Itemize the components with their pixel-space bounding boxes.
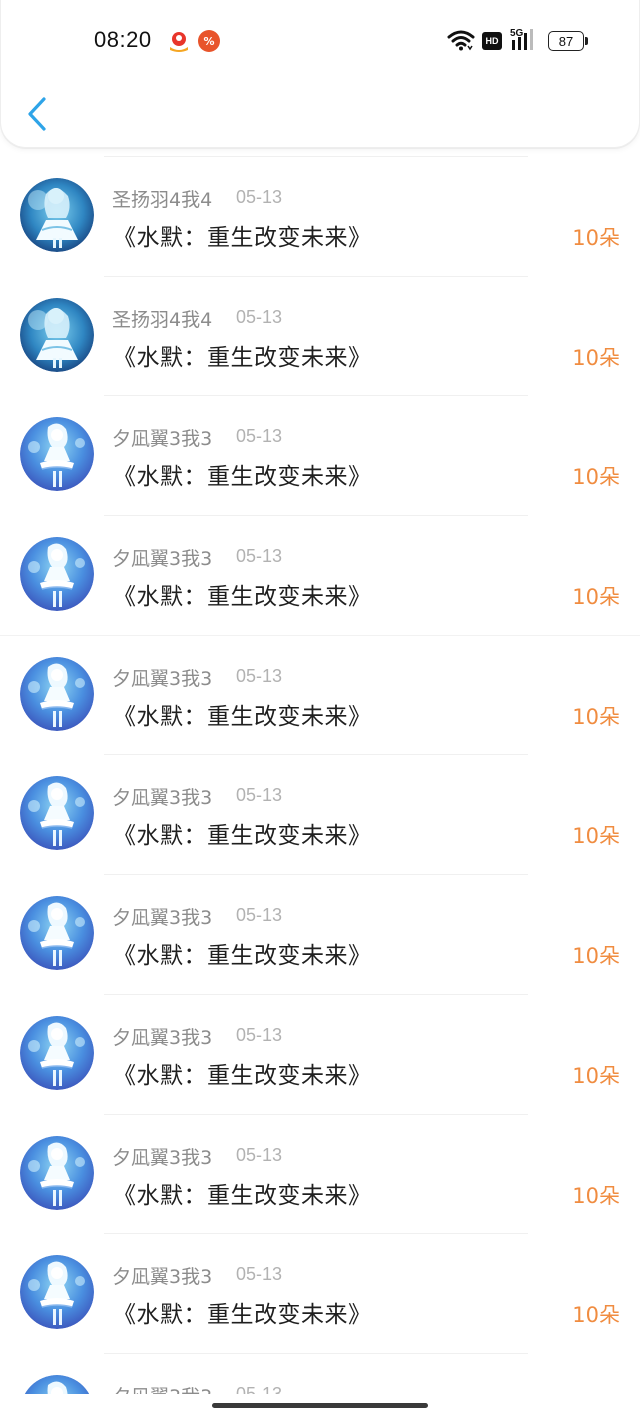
row-divider [104,993,528,995]
post-date: 05-13 [236,785,283,806]
row-divider [0,634,640,636]
book-title: 《水默：重生改变未来》 [113,584,372,611]
status-time: 08:20 [94,27,152,52]
user-name: 夕凪翼3我3 [112,1146,213,1169]
book-title: 《水默：重生改变未来》 [113,1302,372,1329]
user-name: 夕凪翼3我3 [112,907,213,930]
list-item[interactable]: 夕凪翼3我3 05-13 《水默：重生改变未来》 10朵 [0,993,640,1114]
post-date: 05-13 [236,665,283,686]
user-name: 夕凪翼3我3 [112,548,213,571]
avatar[interactable] [20,297,94,372]
list-item[interactable]: 夕凪翼3我3 05-13 《水默：重生改变未来》 10朵 [0,515,640,635]
row-divider [104,156,528,157]
flower-count: 10朵 [572,824,620,849]
screen: 08:20 % HD 5G 87 圣扬羽4我4 05-13 《水默：重生改变未来… [0,0,640,1422]
book-title: 《水默：重生改变未来》 [113,464,372,491]
book-title: 《水默：重生改变未来》 [113,344,372,371]
flower-count: 10朵 [572,944,620,969]
row-divider [104,395,528,397]
book-title: 《水默：重生改变未来》 [113,1182,372,1209]
avatar[interactable] [20,417,94,492]
row-divider [104,874,528,876]
book-title: 《水默：重生改变未来》 [113,703,372,730]
flower-count: 10朵 [572,345,620,370]
user-name: 圣扬羽4我4 [112,189,213,211]
app-badge-icon: % [198,30,220,52]
home-indicator[interactable] [212,1403,428,1408]
network-label: 5G [510,28,524,39]
list-item[interactable]: 夕凪翼3我3 05-13 《水默：重生改变未来》 10朵 [0,634,640,755]
avatar[interactable] [20,776,94,851]
row-divider [104,1113,528,1115]
flower-gift-list: 圣扬羽4我4 05-13 《水默：重生改变未来》 10朵 圣扬羽4我4 05-13 《水默… [0,156,640,1422]
row-divider [104,275,528,277]
post-date: 05-13 [236,905,283,926]
book-title: 《水默：重生改变未来》 [113,943,372,970]
user-name: 夕凪翼3我3 [112,1026,213,1049]
avatar[interactable] [20,656,94,731]
post-date: 05-13 [236,1144,283,1165]
app-notification-icon [167,30,191,52]
list-item[interactable]: 圣扬羽4我4 05-13 《水默：重生改变未来》 10朵 [0,275,640,396]
avatar[interactable] [20,1015,94,1090]
user-name: 夕凪翼3我3 [112,787,213,810]
post-date: 05-13 [236,546,283,567]
battery-level: 87 [548,31,584,51]
row-divider [104,754,528,756]
avatar[interactable] [20,1135,94,1210]
battery-tip [585,37,588,45]
post-date: 05-13 [236,306,283,327]
user-name: 夕凪翼3我3 [112,428,213,451]
avatar[interactable] [20,178,94,252]
wifi-icon [447,28,475,52]
signal-icon: 5G [510,26,540,52]
hd-icon: HD [482,32,502,50]
header: 08:20 % HD 5G 87 [0,0,640,148]
flower-count: 10朵 [572,1063,620,1088]
status-bar: 08:20 % HD 5G 87 [1,22,640,62]
user-name: 夕凪翼3我3 [112,667,213,690]
avatar[interactable] [20,896,94,971]
flower-count: 10朵 [572,226,620,250]
post-date: 05-13 [236,426,283,447]
post-date: 05-13 [236,187,283,207]
list-item[interactable]: 夕凪翼3我3 05-13 《水默：重生改变未来》 10朵 [0,1113,640,1234]
back-button[interactable] [19,92,55,136]
avatar[interactable] [20,1255,94,1330]
bottom-fade [0,1394,640,1422]
list-item[interactable]: 夕凪翼3我3 05-13 《水默：重生改变未来》 10朵 [0,754,640,874]
book-title: 《水默：重生改变未来》 [113,823,372,850]
list-item[interactable]: 夕凪翼3我3 05-13 《水默：重生改变未来》 10朵 [0,874,640,994]
row-divider [104,1352,528,1354]
post-date: 05-13 [236,1024,283,1045]
list-item[interactable]: 夕凪翼3我3 05-13 《水默：重生改变未来》 10朵 [0,395,640,515]
battery-icon: 87 [548,31,588,51]
flower-count: 10朵 [572,465,620,490]
book-title: 《水默：重生改变未来》 [113,1062,372,1089]
avatar[interactable] [20,537,94,612]
flower-count: 10朵 [572,1303,620,1328]
user-name: 夕凪翼3我3 [112,1266,213,1289]
book-title: 《水默：重生改变未来》 [113,225,372,251]
list-item[interactable]: 夕凪翼3我3 05-13 《水默：重生改变未来》 10朵 [0,1233,640,1353]
post-date: 05-13 [236,1264,283,1285]
row-divider [104,515,528,517]
user-name: 圣扬羽4我4 [112,308,213,331]
chevron-left-icon [28,97,46,131]
flower-count: 10朵 [572,1183,620,1208]
list-item[interactable]: 圣扬羽4我4 05-13 《水默：重生改变未来》 10朵 [0,156,640,276]
flower-count: 10朵 [572,585,620,610]
flower-count: 10朵 [572,704,620,729]
row-divider [104,1233,528,1235]
